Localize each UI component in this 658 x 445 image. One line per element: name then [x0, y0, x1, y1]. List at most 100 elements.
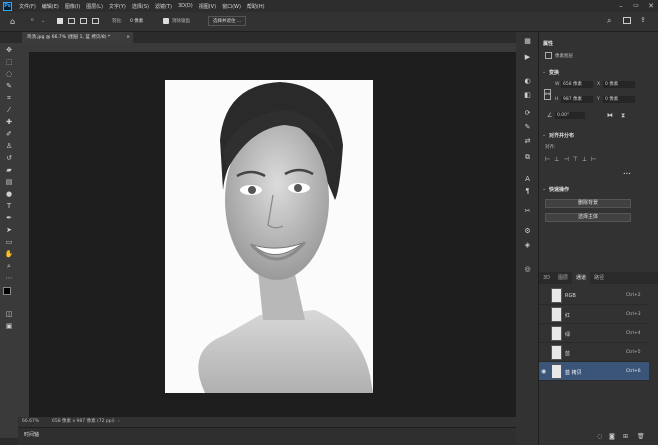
- close-tab-icon[interactable]: ×: [126, 32, 130, 43]
- menu-help[interactable]: 帮助(H): [244, 3, 268, 10]
- clone-source-icon[interactable]: ⧉: [522, 152, 533, 162]
- tab-3d[interactable]: 3D: [539, 272, 554, 284]
- document-tab[interactable]: 鸡汤.jpg @ 66.7% (图层 1, 蓝 拷贝/8) * ×: [22, 32, 133, 43]
- menu-view[interactable]: 视图(V): [196, 3, 219, 10]
- lasso-icon[interactable]: ◌: [3, 69, 15, 79]
- zoom-tool-icon[interactable]: ⌕: [3, 261, 15, 271]
- color-icon[interactable]: ◧: [522, 90, 533, 100]
- chevron-down-icon[interactable]: ⌄: [542, 69, 546, 75]
- navigator-icon[interactable]: ◎: [522, 264, 533, 274]
- screen-mode-icon[interactable]: ▣: [3, 321, 15, 331]
- eyedropper-icon[interactable]: ⁄: [3, 105, 15, 115]
- flip-horizontal-icon[interactable]: ⧓: [607, 112, 613, 119]
- timeline-label[interactable]: 时间轴: [24, 431, 39, 438]
- menu-window[interactable]: 窗口(W): [219, 3, 244, 10]
- feather-input[interactable]: 0 像素: [130, 18, 143, 24]
- tab-layers[interactable]: 图层: [554, 272, 572, 284]
- marquee-tool-icon[interactable]: ⬚: [3, 57, 15, 67]
- home-icon[interactable]: ⌂: [10, 17, 15, 26]
- select-subject-button[interactable]: 选择主体: [545, 213, 631, 222]
- dodge-tool-icon[interactable]: ●: [3, 189, 15, 199]
- angle-input[interactable]: 0.00°: [555, 112, 585, 119]
- actions-icon[interactable]: ▶: [522, 52, 533, 62]
- x-input[interactable]: 0 像素: [603, 81, 635, 88]
- menu-filter[interactable]: 滤镜(T): [152, 3, 175, 10]
- load-selection-icon[interactable]: ◌: [597, 433, 602, 440]
- search-icon[interactable]: ⌕: [607, 16, 611, 26]
- type-tool-icon[interactable]: T: [3, 201, 15, 211]
- chevron-right-icon[interactable]: ›: [118, 417, 120, 427]
- menu-file[interactable]: 文件(F): [16, 3, 39, 10]
- delete-channel-icon[interactable]: 🗑: [637, 433, 645, 440]
- chevron-down-icon[interactable]: ⌄: [542, 132, 546, 138]
- height-input[interactable]: 987 像素: [561, 96, 593, 103]
- brushes-icon[interactable]: ✎: [522, 122, 533, 132]
- properties-title[interactable]: 属性: [543, 40, 553, 47]
- tab-channels[interactable]: 通道: [572, 272, 591, 284]
- align-buttons-icon[interactable]: ⊢⊥⊣⊤⊥⊢: [545, 156, 600, 163]
- width-input[interactable]: 658 像素: [561, 81, 593, 88]
- libraries-icon[interactable]: ⟳: [522, 108, 533, 118]
- eye-icon[interactable]: ◉: [541, 368, 546, 375]
- canvas-area[interactable]: [29, 52, 516, 417]
- crop-tool-icon[interactable]: ⌗: [3, 93, 15, 103]
- select-and-mask-button[interactable]: 选择并遮住 ...: [208, 16, 247, 26]
- chevron-down-icon[interactable]: ⌄: [542, 186, 546, 192]
- more-tools-icon[interactable]: ⋯: [3, 273, 15, 283]
- antialias-checkbox[interactable]: [163, 18, 169, 24]
- menu-select[interactable]: 选择(S): [129, 3, 152, 10]
- shape-tool-icon[interactable]: ▭: [3, 237, 15, 247]
- tab-paths[interactable]: 路径: [590, 272, 608, 284]
- channel-row[interactable]: 绿 Ctrl+4: [539, 324, 649, 343]
- menu-image[interactable]: 图像(I): [62, 3, 83, 10]
- menu-layer[interactable]: 图层(L): [83, 3, 106, 10]
- healing-brush-icon[interactable]: ✚: [3, 117, 15, 127]
- tools-settings-icon[interactable]: ✂: [522, 206, 533, 216]
- channel-row[interactable]: 蓝 Ctrl+5: [539, 343, 649, 362]
- quick-mask-icon[interactable]: ◫: [3, 309, 15, 319]
- lasso-tool-icon[interactable]: ᵒ: [31, 17, 34, 25]
- minimize-icon[interactable]: –: [614, 0, 628, 12]
- more-icon[interactable]: •••: [623, 172, 631, 177]
- stamp-tool-icon[interactable]: ♙: [3, 141, 15, 151]
- menu-edit[interactable]: 编辑(E): [39, 3, 62, 10]
- channel-row[interactable]: RGB Ctrl+2: [539, 286, 649, 305]
- close-window-icon[interactable]: ✕: [644, 0, 658, 12]
- history-icon[interactable]: ▦: [522, 36, 533, 46]
- pen-tool-icon[interactable]: ✒: [3, 213, 15, 223]
- adjustments-icon[interactable]: ◐: [522, 76, 533, 86]
- hand-tool-icon[interactable]: ✋: [3, 249, 15, 259]
- move-tool-icon[interactable]: ✥: [3, 45, 15, 55]
- intersect-selection-icon[interactable]: [92, 18, 99, 24]
- channel-row[interactable]: 红 Ctrl+3: [539, 305, 649, 324]
- zoom-level[interactable]: 66.67%: [22, 417, 39, 427]
- quick-select-icon[interactable]: ✎: [3, 81, 15, 91]
- menu-type[interactable]: 文字(Y): [106, 3, 129, 10]
- gradient-tool-icon[interactable]: ▤: [3, 177, 15, 187]
- y-input[interactable]: 0 像素: [603, 96, 635, 103]
- eraser-tool-icon[interactable]: ▰: [3, 165, 15, 175]
- history-brush-icon[interactable]: ↺: [3, 153, 15, 163]
- link-icon[interactable]: ⚯: [544, 89, 551, 100]
- styles-icon[interactable]: ◈: [522, 240, 533, 250]
- chevron-down-icon[interactable]: ⌄: [41, 18, 45, 24]
- portrait-image[interactable]: [165, 80, 373, 393]
- new-channel-icon[interactable]: ⊞: [623, 433, 628, 440]
- path-select-icon[interactable]: ➤: [3, 225, 15, 235]
- workspace-icon[interactable]: [623, 17, 631, 24]
- character-icon[interactable]: A: [522, 174, 533, 184]
- brush-tool-icon[interactable]: ✐: [3, 129, 15, 139]
- paragraph-icon[interactable]: ¶: [522, 186, 533, 196]
- new-selection-icon[interactable]: [57, 18, 63, 24]
- maximize-icon[interactable]: ▭: [629, 0, 643, 12]
- remove-background-button[interactable]: 删除背景: [545, 199, 631, 208]
- subtract-selection-icon[interactable]: [80, 18, 87, 24]
- save-selection-icon[interactable]: ◙: [609, 433, 615, 440]
- share-icon[interactable]: ⇪: [640, 16, 646, 24]
- menu-3d[interactable]: 3D(D): [175, 3, 196, 9]
- properties-icon[interactable]: ⚙: [522, 226, 533, 236]
- channel-row-selected[interactable]: ◉ 蓝 拷贝 Ctrl+6: [539, 362, 649, 381]
- foreground-color-swatch[interactable]: [3, 287, 11, 295]
- flip-vertical-icon[interactable]: ⧗: [621, 112, 625, 120]
- add-selection-icon[interactable]: [68, 18, 75, 24]
